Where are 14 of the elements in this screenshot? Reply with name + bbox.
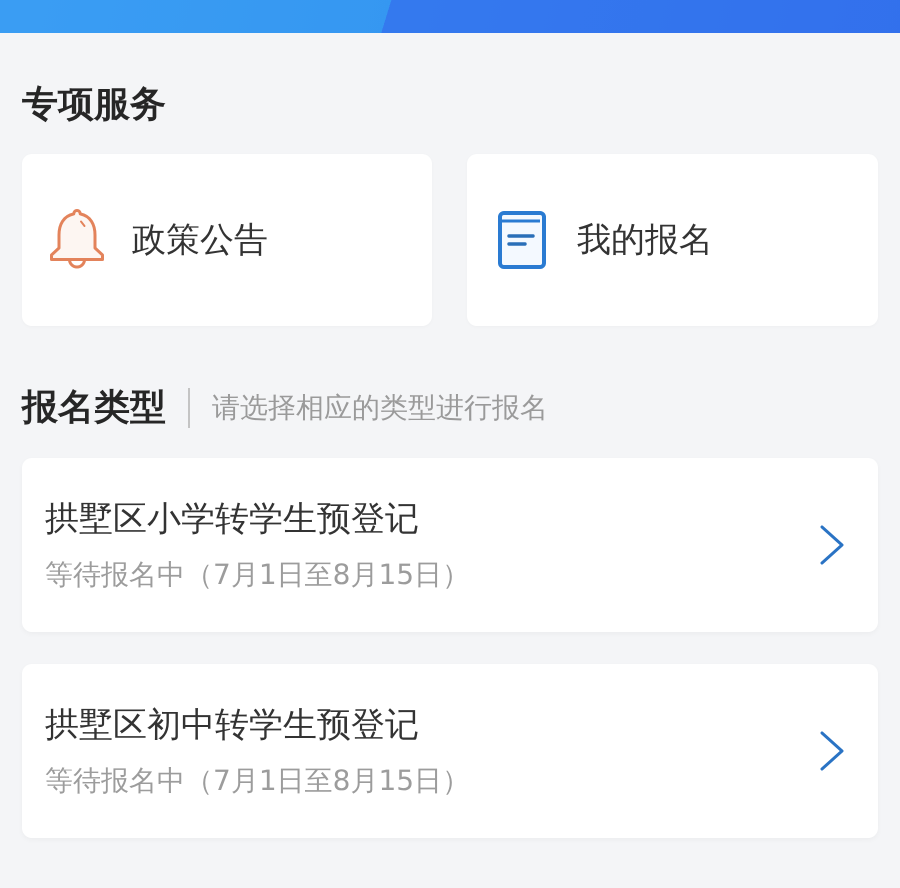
chevron-icon <box>820 525 845 565</box>
registration-title: 拱墅区小学转学生预登记 <box>45 498 419 541</box>
registration-card[interactable]: 拱墅区初中转学生预登记 等待报名中（7月1日至8月15日） <box>22 664 878 838</box>
section-title: 专项服务 <box>22 83 166 127</box>
chevron-icon <box>820 731 845 771</box>
section-hint: 请选择相应的类型进行报名 <box>212 390 548 426</box>
registration-card[interactable]: 拱墅区小学转学生预登记 等待报名中（7月1日至8月15日） <box>22 458 878 632</box>
document-icon <box>498 211 546 269</box>
section-title: 报名类型 <box>22 386 166 430</box>
registration-title: 拱墅区初中转学生预登记 <box>45 704 419 747</box>
registration-status: 等待报名中（7月1日至8月15日） <box>45 763 470 799</box>
service-button[interactable]: 政策公告 <box>22 154 432 326</box>
registration-status: 等待报名中（7月1日至8月15日） <box>45 557 470 593</box>
service-button[interactable]: 我的报名 <box>467 154 878 326</box>
